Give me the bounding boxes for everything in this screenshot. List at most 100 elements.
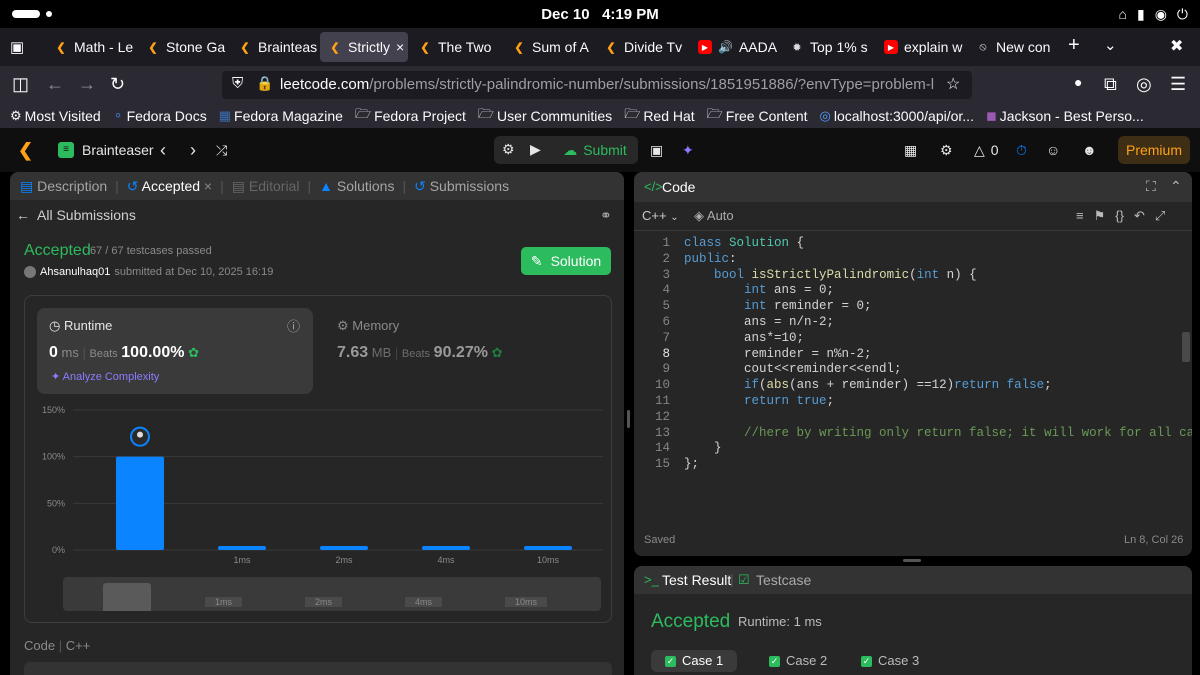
code-line[interactable]: int reminder = 0;	[684, 299, 872, 315]
bookmark-item[interactable]: ◼ Jackson - Best Perso...	[986, 108, 1144, 124]
tab-9[interactable]: ▶ explain w	[876, 32, 964, 62]
reload-icon[interactable]: ↻	[110, 74, 125, 95]
tab-submissions[interactable]: ↺ Submissions	[414, 178, 509, 195]
notes-icon[interactable]: ▣	[650, 136, 663, 164]
testcase-tab[interactable]: ✓ Case 2	[755, 650, 841, 672]
speaker-icon[interactable]: 🔊	[718, 40, 733, 54]
next-problem-icon[interactable]: ›	[190, 136, 196, 164]
code-line[interactable]: int ans = 0;	[684, 283, 834, 299]
layout-icon[interactable]: ▦	[904, 136, 917, 164]
solution-button[interactable]: ✎ Solution	[521, 247, 611, 275]
bookmark-item[interactable]: ⚙ Most Visited	[10, 108, 101, 124]
close-window-icon[interactable]: ✖	[1170, 36, 1183, 56]
testcase-tab[interactable]: ✓ Case 1	[651, 650, 738, 672]
close-tab-icon[interactable]: ×	[396, 39, 404, 55]
expand-icon[interactable]: ⤢	[1155, 208, 1165, 224]
tab-testcase[interactable]: Testcase	[756, 572, 811, 588]
avatar[interactable]: ☻	[1082, 136, 1097, 164]
add-friend-icon[interactable]: ☺	[1046, 136, 1060, 164]
bookmark-item[interactable]: 🗁 Red Hat	[624, 105, 694, 127]
back-arrow-icon[interactable]: ←	[46, 74, 64, 95]
fullscreen-icon[interactable]: ⛶	[1146, 178, 1156, 195]
tab-solutions[interactable]: ▲ Solutions	[319, 178, 394, 194]
memory-card[interactable]: ⚙ Memory	[337, 318, 399, 334]
tab-4[interactable]: ❮ The Two	[410, 32, 498, 62]
tab-5[interactable]: ❮ Sum of A	[504, 32, 592, 62]
submit-button[interactable]: ☁ Submit	[552, 136, 638, 164]
bookmark-item[interactable]: 🗁 Free Content	[707, 105, 808, 127]
tab-7[interactable]: ▶ 🔊 AADA	[690, 32, 778, 62]
bookmark-item[interactable]: ▦ Fedora Magazine	[219, 108, 343, 124]
analyze-complexity-link[interactable]: ✦ Analyze Complexity	[51, 370, 159, 383]
leetcode-logo-icon[interactable]: ❮	[18, 136, 33, 164]
all-submissions-link[interactable]: ← All Submissions	[16, 207, 136, 223]
tab-editorial[interactable]: ▤ Editorial	[232, 178, 300, 195]
code-line[interactable]: class Solution {	[684, 236, 804, 252]
bookmark-item[interactable]: 🗁 User Communities	[478, 105, 612, 127]
code-line[interactable]: ans = n/n-2;	[684, 315, 834, 331]
format-icon[interactable]: ≡	[1076, 208, 1084, 224]
code-line[interactable]: if(abs(ans + reminder) ==12)return false…	[684, 378, 1052, 394]
editor-scrollbar[interactable]	[1182, 332, 1190, 362]
tab-accepted[interactable]: ↺ Accepted ×	[127, 178, 212, 195]
tab-description[interactable]: ▤ Description	[20, 178, 107, 195]
lock-icon[interactable]: 🔒	[256, 75, 273, 92]
code-line[interactable]: reminder = n%n-2;	[684, 347, 872, 363]
braces-icon[interactable]: {}	[1115, 208, 1124, 224]
problem-list-button[interactable]: ≡ Brainteaser	[58, 136, 154, 164]
username[interactable]: Ahsanulhaq01	[40, 266, 110, 278]
tab-6[interactable]: ❮ Divide Tv	[596, 32, 684, 62]
tab-test-result[interactable]: Test Result	[662, 572, 731, 588]
chart-bar[interactable]	[116, 456, 164, 550]
reset-icon[interactable]: ↶	[1134, 208, 1145, 224]
tab-0[interactable]: ❮ Math - Le	[46, 32, 134, 62]
prev-problem-icon[interactable]: ‹	[160, 136, 166, 164]
chart-bar[interactable]	[320, 546, 368, 550]
code-line[interactable]: };	[684, 457, 699, 473]
chart-bar[interactable]	[422, 546, 470, 550]
bookmark-item[interactable]: ◎ localhost:3000/api/or...	[820, 108, 974, 124]
runtime-card[interactable]: ◷ Runtime ⓘ 0 ms | Beats 100.00% ✿ ✦ Ana…	[37, 308, 313, 394]
testcase-tab[interactable]: ✓ Case 3	[847, 650, 933, 672]
tab-8[interactable]: ✹ Top 1% s	[782, 32, 870, 62]
chart-minimap[interactable]: 1ms 2ms 4ms 10ms	[63, 577, 601, 611]
extensions-icon[interactable]: ⧉	[1104, 74, 1117, 95]
tab-10[interactable]: ⦸ New con	[968, 32, 1056, 62]
code-editor[interactable]: 1 class Solution {2 public: 3 bool isStrict…	[634, 236, 1192, 486]
language-select[interactable]: C++ ⌄	[642, 208, 679, 223]
auto-mode[interactable]: ◈ Auto	[694, 208, 734, 224]
code-line[interactable]: //here by writing only return false; it …	[684, 426, 1192, 442]
ai-sparkle-icon[interactable]: ✦	[682, 136, 694, 164]
close-tab-icon[interactable]: ×	[204, 178, 212, 194]
premium-button[interactable]: Premium	[1118, 136, 1190, 164]
streak-counter[interactable]: △ 0	[974, 136, 999, 164]
bookmark-icon[interactable]: ⚑	[1094, 208, 1106, 224]
url-text[interactable]: leetcode.com/problems/strictly-palindrom…	[280, 76, 935, 93]
shield-icon[interactable]: ⛨	[232, 75, 243, 92]
code-line[interactable]: }	[684, 441, 722, 457]
info-icon[interactable]: ⓘ	[287, 316, 300, 335]
settings-gear-icon[interactable]: ⚙	[940, 136, 953, 164]
chart-bar[interactable]	[524, 546, 572, 550]
new-tab-button[interactable]: +	[1068, 34, 1080, 57]
code-line[interactable]: ans*=10;	[684, 331, 804, 347]
tab-3[interactable]: ❮ Strictly ×	[320, 32, 408, 62]
extension-avatar-icon[interactable]: ●	[1074, 74, 1082, 90]
chart-bar[interactable]	[218, 546, 266, 550]
tab-overview-icon[interactable]: ▣	[10, 38, 24, 56]
bookmark-item[interactable]: 🗁 Fedora Project	[355, 105, 466, 127]
code-line[interactable]: return true;	[684, 394, 834, 410]
code-line[interactable]: bool isStrictlyPalindromic(int n) {	[684, 268, 977, 284]
sidebar-icon[interactable]: ◫	[12, 74, 29, 95]
debug-icon[interactable]: ⚙	[502, 141, 515, 158]
code-line[interactable]: cout<<reminder<<endl;	[684, 362, 902, 378]
run-icon[interactable]: ▶	[530, 141, 541, 158]
tab-1[interactable]: ❮ Stone Ga	[138, 32, 226, 62]
menu-icon[interactable]: ☰	[1170, 74, 1186, 95]
collapse-chevron-icon[interactable]: ⌃	[1170, 178, 1182, 195]
bookmark-star-icon[interactable]: ☆	[946, 74, 960, 94]
code-line[interactable]: public:	[684, 252, 737, 268]
url-bar[interactable]: ⛨ 🔒 leetcode.com/problems/strictly-palin…	[222, 71, 972, 99]
tab-2[interactable]: ❮ Brainteas	[230, 32, 318, 62]
share-link-icon[interactable]: ⚭	[600, 207, 612, 224]
